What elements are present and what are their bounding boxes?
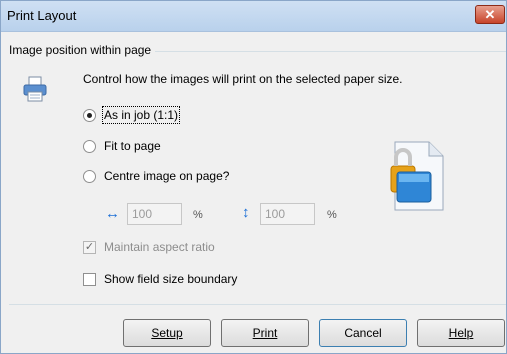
close-button[interactable]: ✕: [475, 5, 505, 24]
show-field-size-boundary-checkbox[interactable]: Show field size boundary: [83, 272, 237, 286]
height-percent-field[interactable]: 100: [260, 203, 315, 225]
group-label: Image position within page: [9, 43, 156, 57]
dialog-content: Image position within page Control how t…: [1, 32, 506, 353]
separator: [9, 304, 506, 305]
checkbox[interactable]: [83, 272, 96, 286]
dialog-title: Print Layout: [7, 8, 77, 23]
width-unit: %: [193, 209, 203, 221]
print-label[interactable]: Print: [253, 326, 278, 340]
maintain-aspect-ratio-checkbox[interactable]: ✓ Maintain aspect ratio: [83, 240, 215, 254]
setup-label[interactable]: Setup: [151, 326, 182, 340]
radio-label[interactable]: Fit to page: [104, 139, 161, 153]
size-controls: ↔ 100 % ↕ 100 %: [105, 203, 365, 227]
width-percent-field[interactable]: 100: [127, 203, 182, 225]
radio-as-in-job[interactable]: As in job (1:1): [83, 106, 181, 124]
checkbox-label[interactable]: Show field size boundary: [104, 272, 237, 286]
height-unit: %: [327, 209, 337, 221]
print-button[interactable]: Print: [221, 319, 309, 347]
horizontal-resize-icon: ↔: [105, 205, 120, 222]
checkbox-label[interactable]: Maintain aspect ratio: [104, 240, 215, 254]
titlebar: Print Layout ✕: [1, 1, 506, 32]
cancel-button[interactable]: Cancel: [319, 319, 407, 347]
checkbox-checked[interactable]: ✓: [83, 240, 96, 254]
radio-fit-to-page[interactable]: Fit to page: [83, 139, 161, 153]
print-layout-dialog: Print Layout ✕ Image position within pag…: [0, 0, 507, 354]
cancel-label[interactable]: Cancel: [344, 326, 381, 340]
height-value[interactable]: 100: [265, 207, 285, 221]
width-value[interactable]: 100: [132, 207, 152, 221]
setup-button[interactable]: Setup: [123, 319, 211, 347]
radio-button-selected[interactable]: [83, 108, 96, 122]
radio-label[interactable]: Centre image on page?: [104, 169, 229, 183]
radio-button[interactable]: [83, 169, 96, 183]
locked-document-icon: [390, 141, 444, 211]
radio-centre-image[interactable]: Centre image on page?: [83, 169, 229, 183]
radio-button[interactable]: [83, 139, 96, 153]
vertical-resize-icon: ↕: [242, 204, 250, 221]
help-button[interactable]: Help: [417, 319, 505, 347]
close-icon: ✕: [484, 7, 496, 22]
help-label[interactable]: Help: [449, 326, 474, 340]
printer-icon: [23, 76, 47, 102]
radio-label[interactable]: As in job (1:1): [101, 106, 181, 124]
description-text: Control how the images will print on the…: [83, 72, 403, 86]
